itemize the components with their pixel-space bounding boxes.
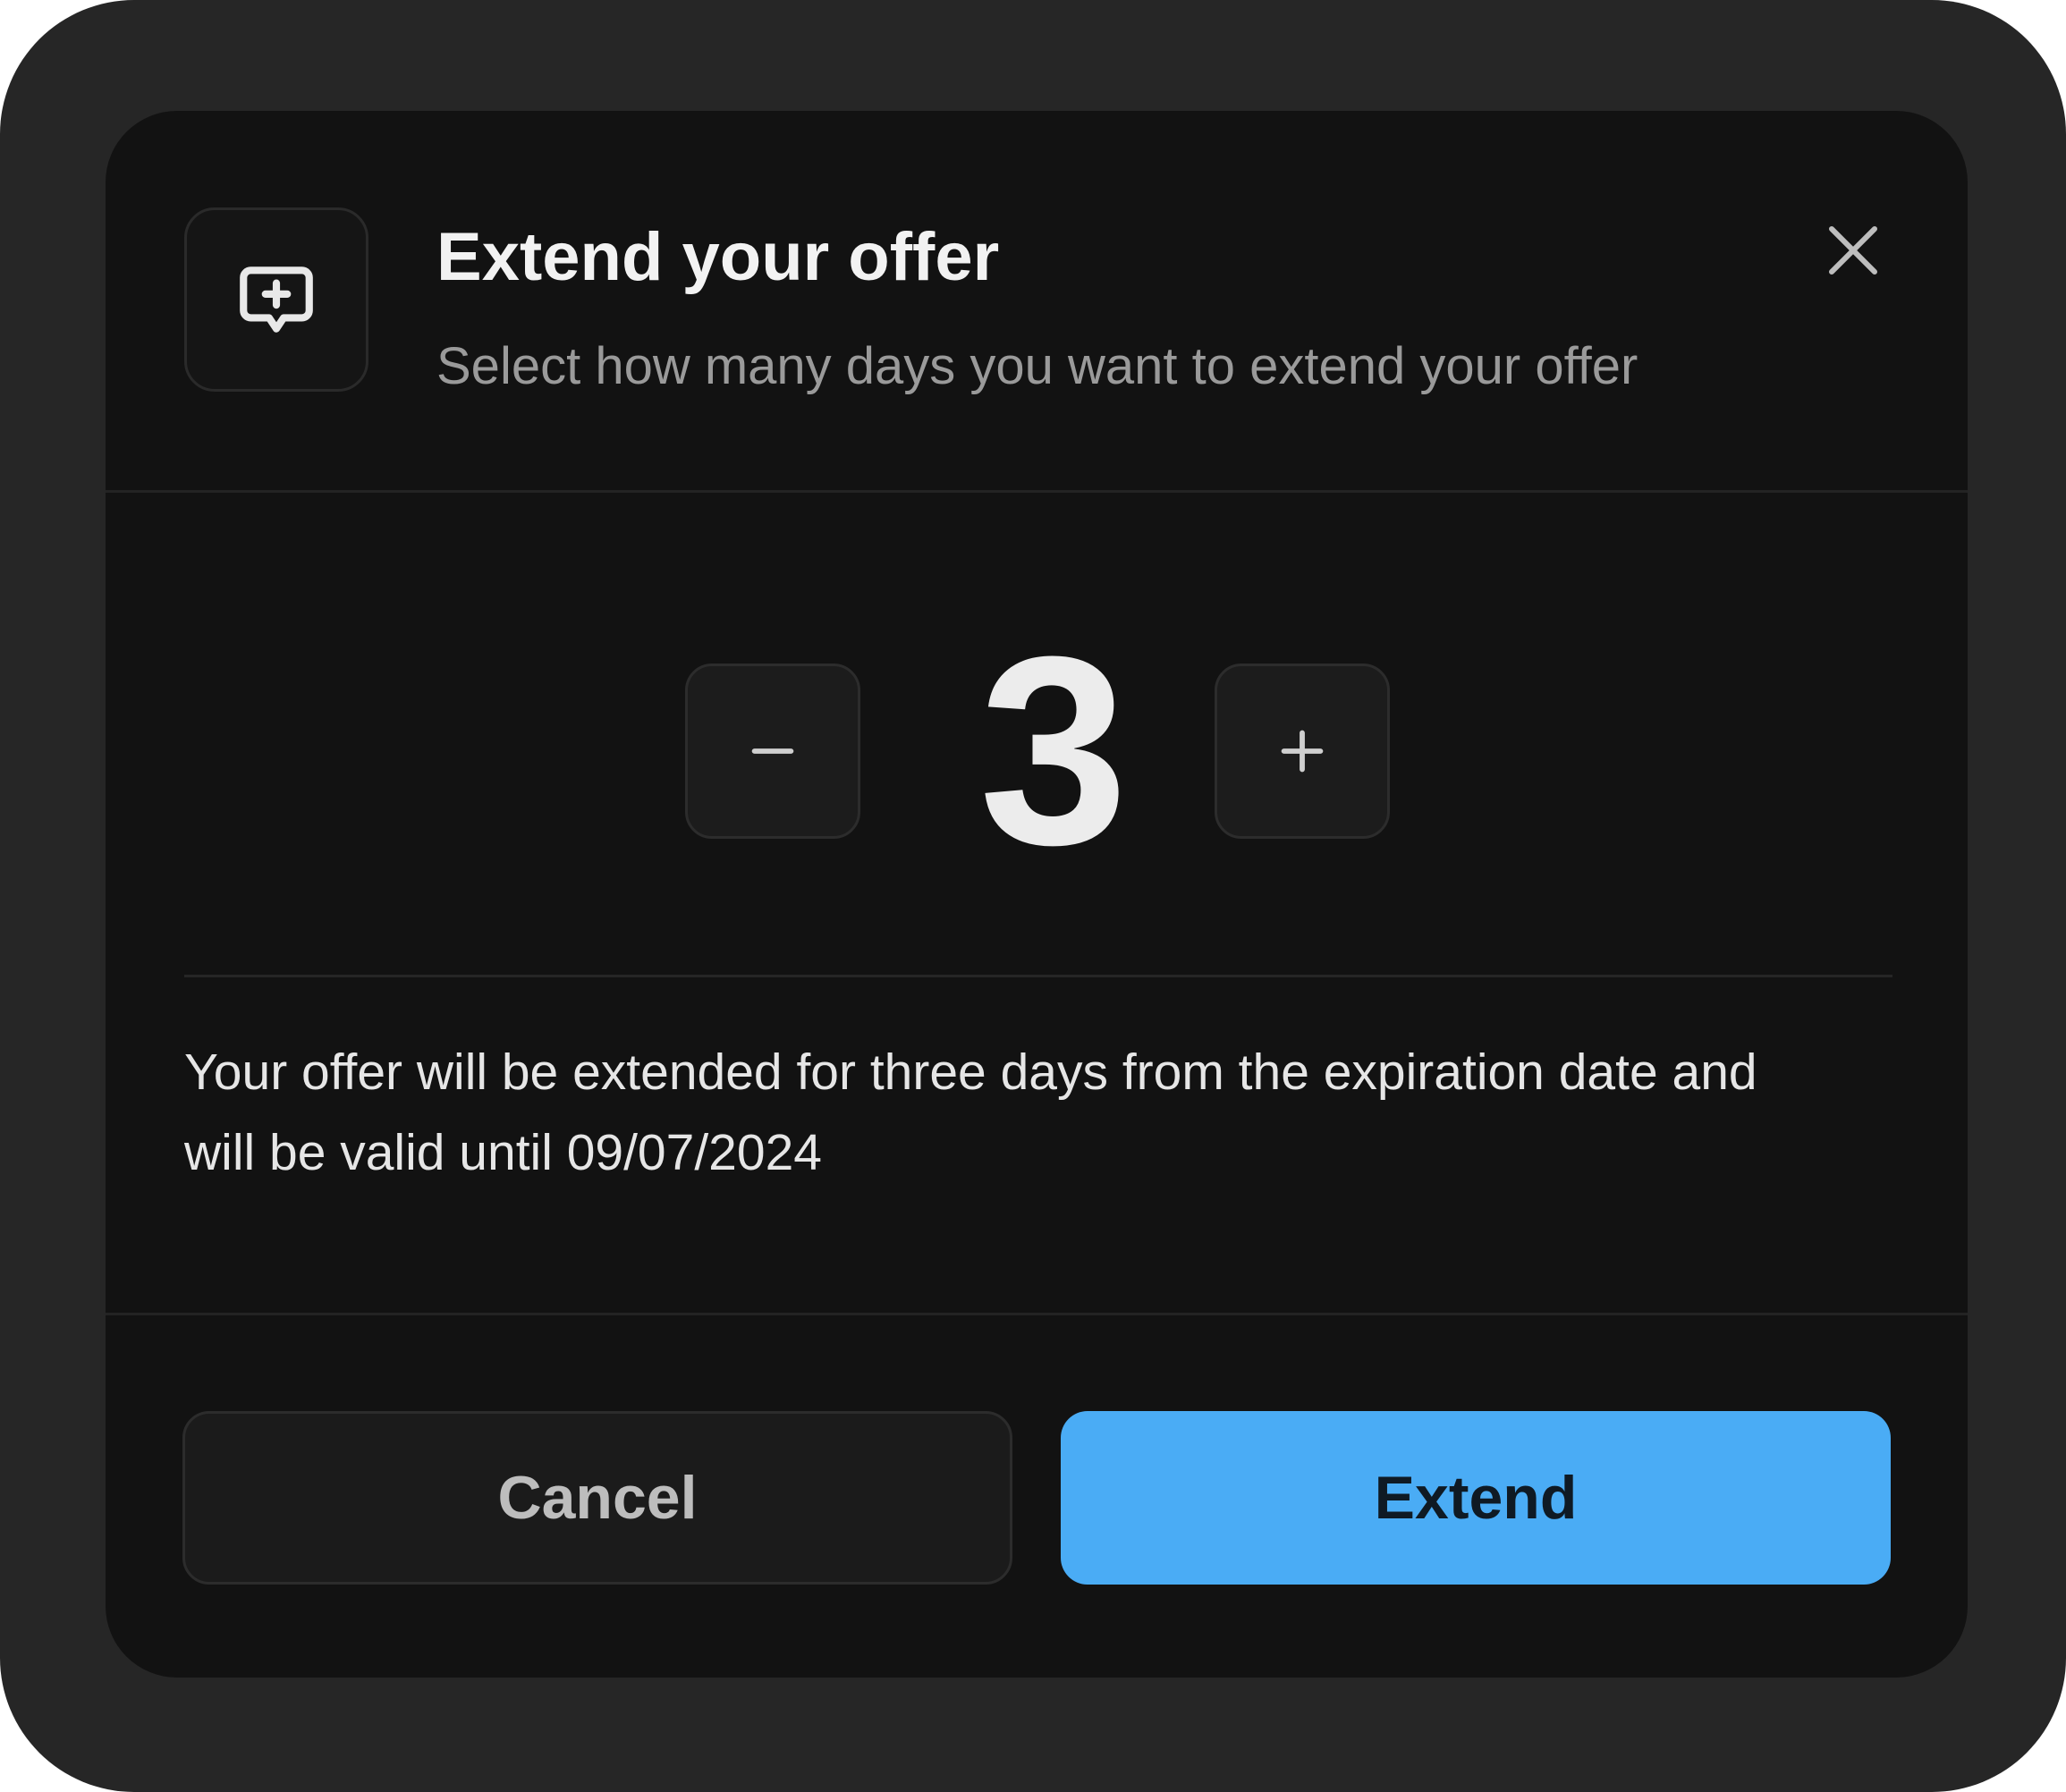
dialog-title: Extend your offer: [436, 219, 1000, 295]
message-line-2: will be valid until 09/07/2024: [184, 1124, 822, 1181]
header-icon-container: [184, 207, 368, 392]
decrement-button[interactable]: [685, 664, 860, 839]
close-icon[interactable]: [1821, 218, 1885, 283]
footer-divider: [106, 1313, 1968, 1315]
cancel-button[interactable]: Cancel: [182, 1411, 1012, 1585]
content-divider: [184, 975, 1892, 977]
day-count-value: 3: [978, 600, 1129, 900]
close-button[interactable]: [1812, 209, 1894, 292]
extend-offer-dialog: Extend your offer Select how many days y…: [106, 111, 1968, 1678]
header-divider: [106, 490, 1968, 493]
extend-button[interactable]: Extend: [1061, 1411, 1891, 1585]
device-frame: Extend your offer Select how many days y…: [0, 0, 2066, 1792]
message-line-1: Your offer will be extended for three da…: [184, 1044, 1757, 1101]
increment-button[interactable]: [1215, 664, 1390, 839]
minus-icon[interactable]: [741, 720, 804, 782]
dialog-subtitle: Select how many days you want to extend …: [436, 337, 1638, 395]
message-plus-icon: [233, 256, 320, 343]
plus-icon[interactable]: [1271, 720, 1334, 782]
dialog-header: Extend your offer Select how many days y…: [106, 111, 1968, 492]
extension-message: Your offer will be extended for three da…: [184, 1032, 1901, 1193]
